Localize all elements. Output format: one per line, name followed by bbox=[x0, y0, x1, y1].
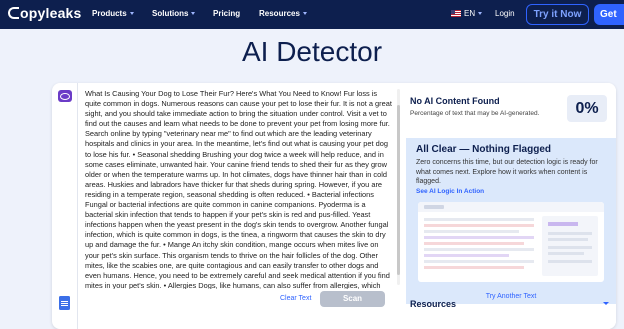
us-flag-icon bbox=[451, 10, 461, 17]
preview-illustration bbox=[418, 202, 604, 276]
get-started-button[interactable]: Get bbox=[594, 4, 624, 25]
nav-resources[interactable]: Resources bbox=[259, 9, 307, 18]
result-panel: No AI Content Found Percentage of text t… bbox=[406, 83, 616, 329]
chevron-down-icon bbox=[302, 12, 307, 15]
top-nav: opyleaks Products Solutions Pricing Reso… bbox=[0, 0, 624, 29]
logo-text: opyleaks bbox=[20, 5, 82, 21]
ai-percentage-badge: 0% bbox=[567, 95, 607, 122]
scan-button[interactable]: Scan bbox=[320, 291, 385, 307]
try-it-now-button[interactable]: Try it Now bbox=[526, 4, 589, 25]
nav-products[interactable]: Products bbox=[92, 9, 134, 18]
result-title: No AI Content Found bbox=[410, 96, 500, 106]
login-link[interactable]: Login bbox=[495, 9, 515, 18]
nav-pricing-label: Pricing bbox=[213, 9, 241, 18]
scrollbar-thumb[interactable] bbox=[397, 105, 400, 275]
all-clear-title: All Clear — Nothing Flagged bbox=[416, 144, 552, 155]
language-label: EN bbox=[464, 9, 476, 18]
nav-pricing[interactable]: Pricing bbox=[213, 9, 240, 18]
resources-accordion[interactable]: Resources bbox=[410, 299, 456, 309]
nav-solutions-label: Solutions bbox=[152, 9, 189, 18]
flagged-preview-image bbox=[418, 202, 604, 282]
document-upload-icon[interactable] bbox=[59, 296, 70, 310]
page-title: AI Detector bbox=[241, 36, 383, 67]
nav-products-label: Products bbox=[92, 9, 127, 18]
nav-resources-label: Resources bbox=[259, 9, 300, 18]
eye-icon[interactable] bbox=[58, 90, 72, 102]
chevron-down-icon[interactable] bbox=[603, 302, 609, 305]
result-subtitle: Percentage of text that may be AI-genera… bbox=[410, 110, 540, 117]
logo-c-icon bbox=[8, 7, 19, 19]
tool-rail bbox=[52, 83, 78, 329]
chevron-down-icon bbox=[478, 12, 483, 15]
text-input-area[interactable]: What Is Causing Your Dog to Lose Their F… bbox=[85, 89, 393, 289]
copyleaks-logo[interactable]: opyleaks bbox=[8, 5, 82, 21]
see-ai-logic-link[interactable]: See AI Logic In Action bbox=[416, 188, 484, 195]
detector-card: What Is Causing Your Dog to Lose Their F… bbox=[52, 83, 616, 329]
chevron-down-icon bbox=[191, 12, 196, 15]
all-clear-description: Zero concerns this time, but our detecti… bbox=[416, 159, 598, 185]
clear-text-button[interactable]: Clear Text bbox=[280, 295, 311, 302]
language-selector[interactable]: EN bbox=[451, 9, 483, 18]
nav-solutions[interactable]: Solutions bbox=[152, 9, 196, 18]
chevron-down-icon bbox=[129, 12, 134, 15]
all-clear-panel: All Clear — Nothing Flagged Zero concern… bbox=[406, 138, 616, 304]
